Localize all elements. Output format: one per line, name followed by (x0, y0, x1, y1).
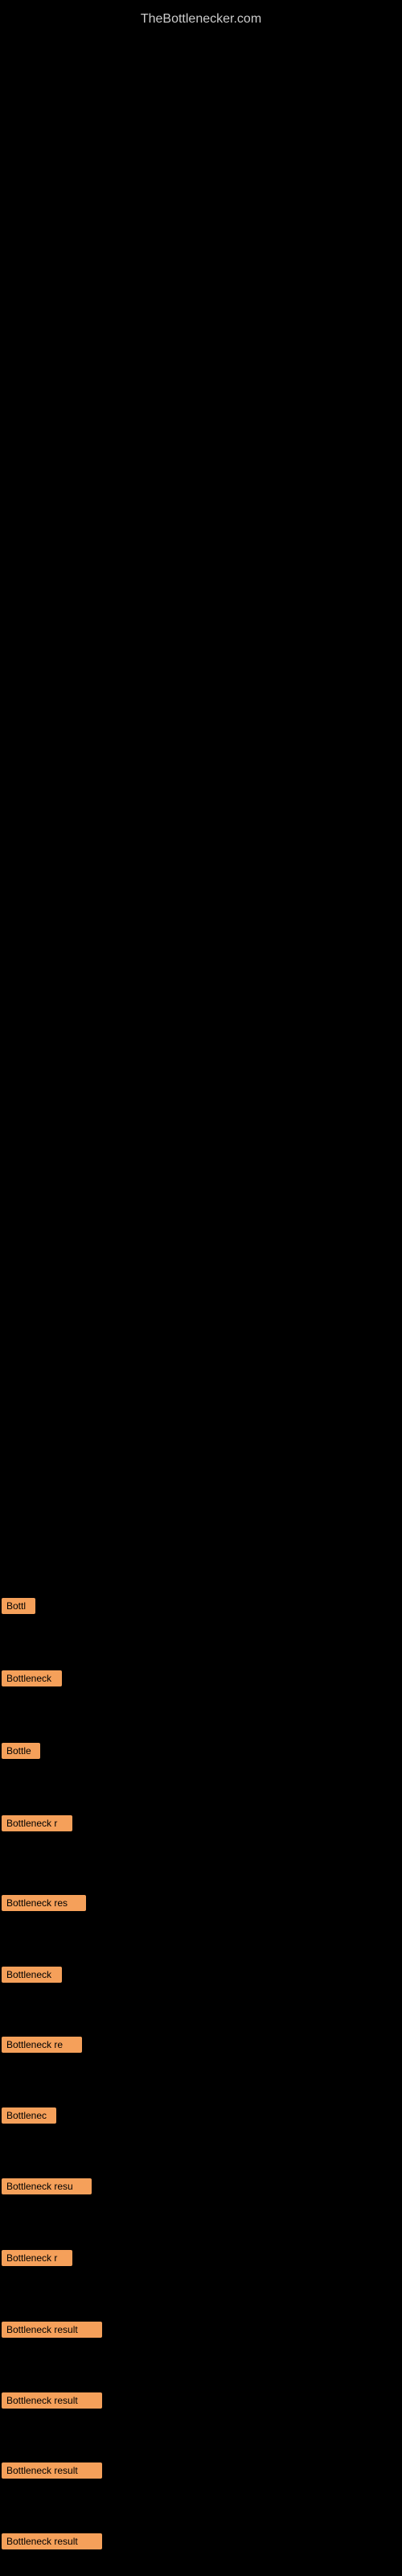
bottleneck-result-label: Bottlenec (2, 2107, 56, 2124)
bottleneck-result-label: Bottleneck (2, 1670, 62, 1686)
bottleneck-result-label: Bottleneck result (2, 2462, 102, 2479)
bottleneck-result-label: Bottleneck res (2, 1895, 86, 1911)
bottleneck-result-label: Bottle (2, 1743, 40, 1759)
bottleneck-result-label: Bottleneck resu (2, 2178, 92, 2194)
bottleneck-result-label: Bottleneck re (2, 2037, 82, 2053)
bottleneck-result-label: Bottleneck result (2, 2392, 102, 2409)
bottleneck-result-label: Bottleneck r (2, 1815, 72, 1831)
bottleneck-result-label: Bottleneck result (2, 2322, 102, 2338)
bottleneck-result-label: Bottleneck result (2, 2533, 102, 2549)
bottleneck-result-label: Bottleneck r (2, 2250, 72, 2266)
bottleneck-result-label: Bottl (2, 1598, 35, 1614)
bottleneck-result-label: Bottleneck (2, 1967, 62, 1983)
site-title: TheBottlenecker.com (0, 4, 402, 35)
